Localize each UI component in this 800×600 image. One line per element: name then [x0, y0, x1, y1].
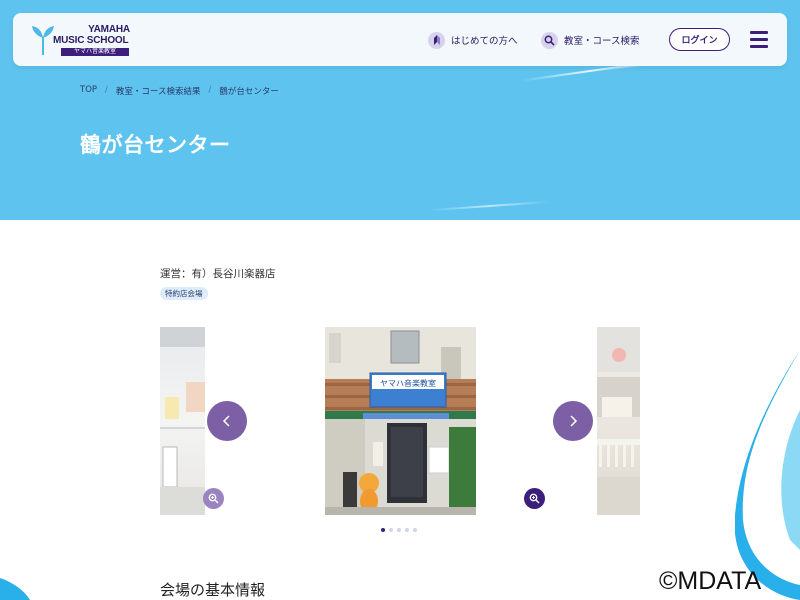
breadcrumb: TOP / 教室・コース検索結果 / 鶴が台センター [80, 85, 279, 97]
zoom-in-icon [208, 493, 219, 504]
decorative-swoosh [0, 578, 30, 600]
carousel-dot[interactable] [389, 528, 393, 532]
logo-line2: MUSIC SCHOOL [53, 35, 129, 46]
hero-streak [430, 200, 550, 212]
yamaha-music-school-logo[interactable]: YAMAHA MUSIC SCHOOL ヤマハ音楽教室 [31, 22, 151, 58]
hamburger-menu-icon[interactable] [750, 31, 768, 48]
zoom-in-icon [529, 493, 540, 504]
carousel-photo-current[interactable]: ヤマハ音楽教室 [325, 327, 476, 515]
beginner-leaf-icon [428, 31, 445, 49]
logo-badge: ヤマハ音楽教室 [61, 48, 129, 56]
operator-text: 運営：有）長谷川楽器店 [160, 268, 276, 280]
venue-type-tag: 特約店会場 [160, 287, 208, 300]
nav-class-search-label: 教室・コース検索 [564, 36, 640, 47]
breadcrumb-current: 鶴が台センター [219, 87, 279, 97]
breadcrumb-search-results[interactable]: 教室・コース検索結果 [116, 85, 201, 97]
page-title: 鶴が台センター [80, 133, 231, 157]
carousel-dot[interactable] [397, 528, 401, 532]
carousel-photo-prev[interactable] [160, 327, 205, 515]
carousel-dot[interactable] [405, 528, 409, 532]
login-button[interactable]: ログイン [669, 28, 730, 51]
breadcrumb-separator: / [208, 85, 212, 95]
logo-line1: YAMAHA [88, 24, 130, 35]
carousel-dot[interactable] [381, 528, 385, 532]
chevron-left-icon [222, 415, 230, 427]
shop-sign-text: ヤマハ音楽教室 [380, 378, 436, 388]
breadcrumb-separator: / [105, 85, 108, 95]
search-icon [541, 31, 558, 49]
decorative-swoosh [735, 350, 800, 600]
carousel-next-button[interactable] [553, 401, 593, 441]
copyright-watermark: ©MDATA [659, 567, 762, 595]
nav-beginners[interactable]: はじめての方へ [428, 31, 518, 49]
breadcrumb-top[interactable]: TOP [80, 85, 97, 97]
chevron-right-icon [570, 415, 578, 427]
carousel-dot[interactable] [413, 528, 417, 532]
section-title-basic-info: 会場の基本情報 [160, 581, 266, 599]
nav-class-search[interactable]: 教室・コース検索 [541, 31, 640, 49]
zoom-prev-photo-button[interactable] [203, 488, 224, 509]
zoom-current-photo-button[interactable] [524, 488, 545, 509]
yamaha-leaf-icon [32, 26, 54, 55]
carousel-pagination [381, 528, 421, 532]
carousel-prev-button[interactable] [207, 401, 247, 441]
site-header: YAMAHA MUSIC SCHOOL ヤマハ音楽教室 はじめての方へ 教室・コ… [13, 13, 787, 66]
nav-beginners-label: はじめての方へ [451, 36, 518, 47]
carousel-photo-next[interactable] [597, 327, 640, 515]
